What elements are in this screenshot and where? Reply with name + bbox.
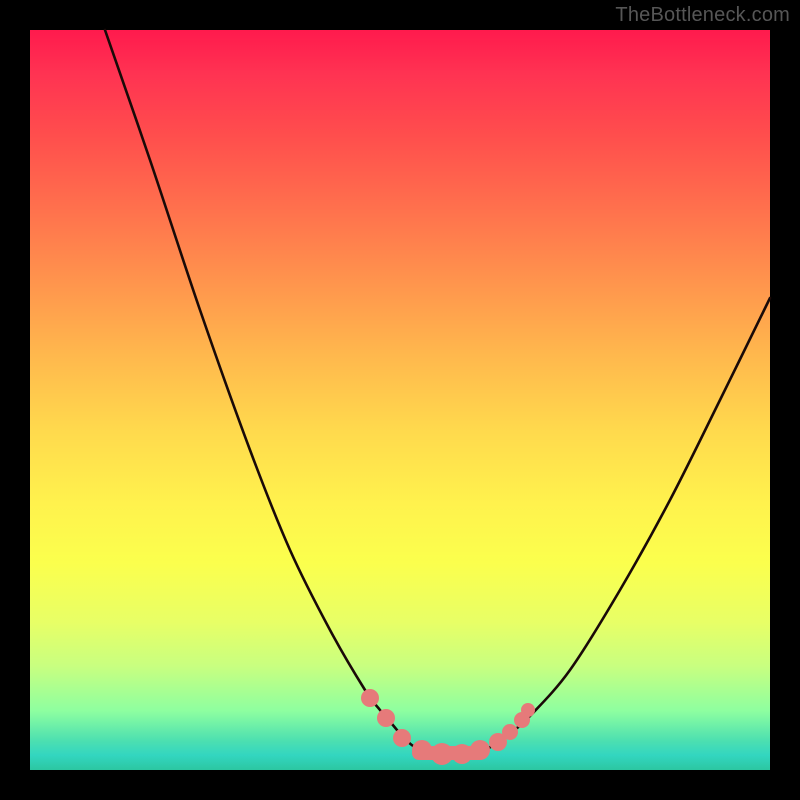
curve-svg xyxy=(30,30,770,770)
plot-area xyxy=(30,30,770,770)
marker-dot xyxy=(431,743,453,765)
marker-dot xyxy=(452,744,472,764)
marker-dot xyxy=(361,689,379,707)
marker-dot xyxy=(470,740,490,760)
bottleneck-curve xyxy=(105,30,770,754)
marker-dot xyxy=(502,724,518,740)
marker-dot xyxy=(393,729,411,747)
marker-dot xyxy=(412,740,432,760)
marker-dot xyxy=(521,703,535,717)
marker-dot xyxy=(377,709,395,727)
attribution-label: TheBottleneck.com xyxy=(615,4,790,27)
chart-frame: TheBottleneck.com xyxy=(0,0,800,800)
